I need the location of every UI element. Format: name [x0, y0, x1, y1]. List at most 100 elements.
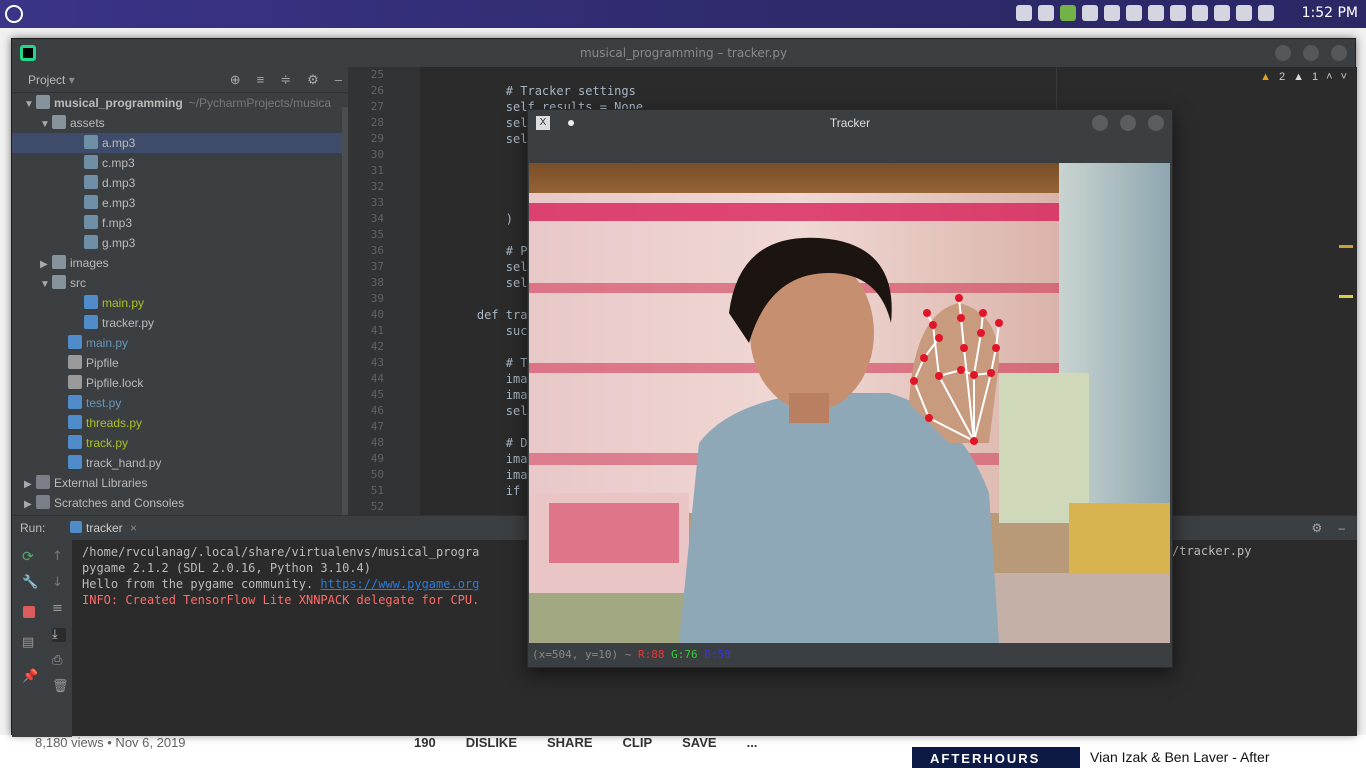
layout-icon[interactable]: ▤ [22, 636, 36, 650]
close-button[interactable] [1148, 115, 1164, 131]
tree-item[interactable]: Pipfile [12, 353, 348, 373]
game-icon[interactable] [1060, 5, 1076, 21]
code-line[interactable] [448, 67, 643, 83]
tree-item[interactable]: threads.py [12, 413, 348, 433]
maximize-button[interactable] [1120, 115, 1136, 131]
collapse-all-icon[interactable]: ≑ [280, 67, 291, 93]
scroll-to-end-icon[interactable]: ⤓ [52, 628, 66, 642]
chevron-down-icon[interactable]: ˅ [1341, 71, 1347, 83]
hide-icon[interactable]: – [335, 67, 342, 93]
chevron-right-icon[interactable]: ▶ [24, 475, 36, 495]
wrench-icon[interactable]: 🔧 [22, 576, 38, 590]
inspection-widget[interactable]: ▲ 2 ▲ 1 ˄ ˅ [1260, 71, 1347, 83]
clipboard-icon[interactable] [1170, 5, 1186, 21]
tree-item[interactable]: main.py [12, 293, 348, 313]
tree-item[interactable]: ▶ images [12, 253, 348, 273]
tree-item[interactable]: d.mp3 [12, 173, 348, 193]
chevron-right-icon[interactable]: ▶ [40, 255, 52, 275]
video-action-button[interactable]: SHARE [547, 735, 593, 750]
chevron-up-icon[interactable]: ˄ [1326, 71, 1332, 83]
bell-icon[interactable] [1016, 5, 1032, 21]
console-link[interactable]: https://www.pygame.org [320, 577, 479, 591]
tree-item[interactable]: a.mp3 [12, 133, 348, 153]
video-action-button[interactable]: CLIP [623, 735, 653, 750]
tree-item[interactable]: main.py [12, 333, 348, 353]
arrow-up-icon[interactable]: ↑ [52, 550, 66, 564]
close-tab-icon[interactable]: × [130, 521, 137, 535]
line-number: 27 [370, 100, 384, 113]
trash-icon[interactable]: 🗑 [52, 680, 69, 694]
tree-item[interactable]: ▼ assets [12, 113, 348, 133]
rerun-icon[interactable]: ⟳ [22, 550, 36, 564]
chevron-down-icon[interactable]: ▼ [40, 275, 52, 295]
browser-icon[interactable] [1126, 5, 1142, 21]
tree-item[interactable]: Pipfile.lock [12, 373, 348, 393]
record-icon[interactable] [1104, 5, 1120, 21]
tree-item[interactable]: track_hand.py [12, 453, 348, 473]
pin-icon[interactable]: 📌 [22, 670, 38, 684]
camera-feed[interactable] [529, 163, 1170, 643]
next-video-thumbnail[interactable]: AFTERHOURS [912, 747, 1080, 768]
system-clock[interactable]: 1:52 PM [1302, 5, 1358, 21]
gear-icon[interactable]: ⚙ [307, 67, 319, 93]
tree-item[interactable]: ▶ Scratches and Consoles [12, 493, 348, 513]
tree-item[interactable]: ▼ src [12, 273, 348, 293]
line-number: 41 [370, 324, 384, 337]
camera-image [529, 163, 1170, 643]
arrow-down-icon[interactable]: ↓ [52, 576, 66, 590]
close-button[interactable] [1331, 45, 1347, 61]
tree-item[interactable]: track.py [12, 433, 348, 453]
error-stripe-marker[interactable] [1339, 295, 1353, 298]
gear-icon[interactable]: ⚙ [1312, 516, 1323, 540]
console-output[interactable]: /home/rvculanag/.local/share/virtualenvs… [82, 544, 479, 608]
minimize-button[interactable] [1275, 45, 1291, 61]
tracker-titlebar[interactable]: X Tracker [528, 110, 1172, 138]
tree-item[interactable]: ▶ External Libraries [12, 473, 348, 493]
stop-icon[interactable] [23, 606, 35, 618]
line-number: 31 [370, 164, 384, 177]
tree-item[interactable]: g.mp3 [12, 233, 348, 253]
expand-all-icon[interactable]: ≡ [257, 67, 265, 93]
tree-item[interactable]: f.mp3 [12, 213, 348, 233]
locate-icon[interactable]: ⊕ [230, 67, 241, 93]
shield-icon[interactable] [1082, 5, 1098, 21]
tree-item[interactable]: tracker.py [12, 313, 348, 333]
tree-item-label: musical_programming [54, 96, 183, 110]
line-number: 49 [370, 452, 384, 465]
soft-wrap-icon[interactable]: ≡ [52, 602, 66, 616]
tree-item-label: e.mp3 [102, 196, 136, 210]
tree-item-label: d.mp3 [102, 176, 136, 190]
error-stripe-marker[interactable] [1339, 245, 1353, 248]
display-icon[interactable] [1236, 5, 1252, 21]
music-icon[interactable] [1148, 5, 1164, 21]
discord-icon[interactable] [1038, 5, 1054, 21]
project-label[interactable]: Project [28, 73, 65, 87]
minimize-button[interactable] [1092, 115, 1108, 131]
maximize-button[interactable] [1303, 45, 1319, 61]
video-action-button[interactable]: 190 [414, 735, 436, 750]
tree-item-label: main.py [102, 296, 145, 310]
video-action-button[interactable]: ... [747, 735, 758, 750]
chevron-down-icon[interactable]: ▾ [69, 73, 75, 87]
volume-icon[interactable] [1192, 5, 1208, 21]
tree-item[interactable]: c.mp3 [12, 153, 348, 173]
next-video-title[interactable]: Vian Izak & Ben Laver - After [1090, 749, 1270, 765]
video-action-button[interactable]: DISLIKE [466, 735, 517, 750]
battery-icon[interactable] [1214, 5, 1230, 21]
tree-item[interactable]: e.mp3 [12, 193, 348, 213]
chevron-down-icon[interactable]: ▼ [24, 95, 36, 115]
warning-count: 2 [1278, 71, 1286, 83]
pin-dot-icon[interactable] [568, 120, 574, 126]
tree-item[interactable]: test.py [12, 393, 348, 413]
video-views: 8,180 views • Nov 6, 2019 [35, 735, 186, 750]
video-action-button[interactable]: SAVE [682, 735, 716, 750]
tree-item[interactable]: ▼ musical_programming ~/PycharmProjects/mu… [12, 93, 348, 113]
print-icon[interactable]: ⎙ [52, 654, 66, 668]
chevron-right-icon[interactable]: ▶ [24, 495, 36, 515]
system-menu-icon[interactable] [5, 5, 23, 23]
run-tab-tracker[interactable]: tracker × [62, 516, 145, 540]
chevron-down-icon[interactable]: ▼ [40, 115, 52, 135]
code-line[interactable]: # Tracker settings [448, 83, 643, 99]
hide-icon[interactable]: – [1338, 516, 1345, 540]
dropdown-icon[interactable] [1258, 5, 1274, 21]
